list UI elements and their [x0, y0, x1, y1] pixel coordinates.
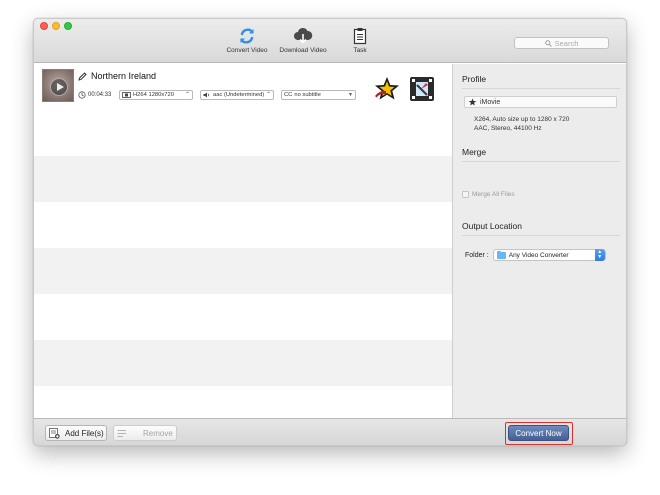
clock-icon	[78, 91, 86, 99]
divider	[462, 88, 620, 89]
search-placeholder: Search	[554, 38, 579, 48]
file-title-row: Northern Ireland	[78, 71, 156, 81]
list-row-background	[34, 110, 452, 156]
checkbox-box[interactable]	[462, 191, 469, 198]
chevron-down-icon: ▼	[348, 92, 353, 98]
merge-all-label: Merge All Files	[472, 191, 515, 198]
video-track-select[interactable]: H264 1280x720 ⌃	[119, 90, 193, 100]
audio-track-select[interactable]: aac (Undetermined) ⌃	[200, 90, 274, 100]
download-video-label: Download Video	[279, 47, 327, 54]
settings-panel: Profile iMovie X264, Auto size up to 128…	[452, 64, 626, 418]
duration: 00:04:33	[78, 91, 119, 99]
list-row-background	[34, 202, 452, 248]
zoom-window-button[interactable]	[64, 22, 72, 30]
divider	[462, 161, 620, 162]
convert-now-button[interactable]: Convert Now	[508, 425, 569, 441]
chevron-updown-icon: ⌃	[184, 92, 190, 98]
download-video-button[interactable]: Download Video	[273, 27, 333, 61]
list-row-background	[34, 248, 452, 294]
output-section-title: Output Location	[462, 221, 523, 231]
add-files-label: Add File(s)	[65, 428, 104, 438]
pencil-icon[interactable]	[78, 71, 87, 81]
cloud-download-icon	[294, 27, 313, 44]
toolbar: Convert Video Download Video Task Search	[34, 19, 626, 63]
app-window: Convert Video Download Video Task Search…	[33, 18, 627, 446]
chevron-updown-icon[interactable]: ▲ ▼	[594, 249, 605, 261]
list-row-background	[34, 294, 452, 340]
file-list-item[interactable]: Northern Ireland 00:04:33 H264 1280x720	[34, 64, 452, 110]
imovie-icon	[468, 98, 477, 106]
chevron-updown-icon: ⌃	[265, 92, 271, 98]
merge-section-title: Merge	[462, 147, 487, 157]
convert-now-highlight: Convert Now	[505, 422, 573, 445]
merge-all-checkbox[interactable]: Merge All Files	[462, 191, 515, 198]
film-strip-icon	[122, 92, 131, 98]
bottom-bar: Add File(s) Remove Convert Now	[34, 418, 626, 445]
folder-icon	[496, 250, 506, 259]
remove-label: Remove	[143, 428, 173, 438]
profile-audio-desc: AAC, Stereo, 44100 Hz	[474, 124, 542, 132]
divider	[462, 235, 620, 236]
add-file-icon	[49, 427, 60, 439]
convert-video-button[interactable]: Convert Video	[217, 27, 277, 61]
search-icon	[544, 39, 552, 47]
speaker-icon	[203, 92, 210, 98]
file-list: Northern Ireland 00:04:33 H264 1280x720	[34, 64, 452, 418]
folder-label: Folder :	[465, 251, 489, 259]
task-button[interactable]: Task	[330, 27, 390, 61]
profile-video-desc: X264, Auto size up to 1280 x 720	[474, 116, 570, 123]
minimize-window-button[interactable]	[52, 22, 60, 30]
file-title: Northern Ireland	[91, 71, 157, 81]
output-folder-row: Folder : Any Video Converter ▲ ▼	[465, 249, 606, 261]
profile-description: X264, Auto size up to 1280 x 720 AAC, St…	[474, 116, 569, 133]
video-thumbnail[interactable]	[42, 69, 74, 102]
task-label: Task	[353, 47, 367, 54]
audio-track-value: aac (Undetermined)	[213, 92, 265, 98]
search-input[interactable]: Search	[514, 37, 609, 49]
output-folder-select[interactable]: Any Video Converter ▲ ▼	[492, 249, 606, 261]
profile-select[interactable]: iMovie	[464, 96, 617, 108]
close-window-button[interactable]	[40, 22, 48, 30]
folder-value: Any Video Converter	[508, 251, 569, 259]
imovie-profile-icon[interactable]	[372, 76, 402, 102]
profile-name: iMovie	[480, 98, 501, 106]
video-editor-icon[interactable]	[409, 76, 435, 102]
video-track-value: H264 1280x720	[133, 92, 174, 98]
remove-button[interactable]: Remove	[113, 425, 177, 441]
clipboard-icon	[353, 28, 367, 45]
track-controls: 00:04:33 H264 1280x720 ⌃ aac (Undetermin…	[78, 90, 363, 100]
add-files-button[interactable]: Add File(s)	[45, 425, 107, 441]
subtitle-value: no subtitle	[294, 92, 321, 98]
subtitle-select[interactable]: CC no subtitle ▼	[281, 90, 356, 100]
list-row-background	[34, 156, 452, 202]
convert-icon	[240, 28, 254, 44]
list-row-background	[34, 340, 452, 386]
convert-video-label: Convert Video	[226, 47, 268, 54]
duration-value: 00:04:33	[88, 92, 112, 98]
cc-icon: CC	[284, 92, 293, 98]
remove-list-icon	[117, 429, 126, 437]
profile-section-title: Profile	[462, 74, 487, 84]
play-icon[interactable]	[50, 78, 68, 96]
